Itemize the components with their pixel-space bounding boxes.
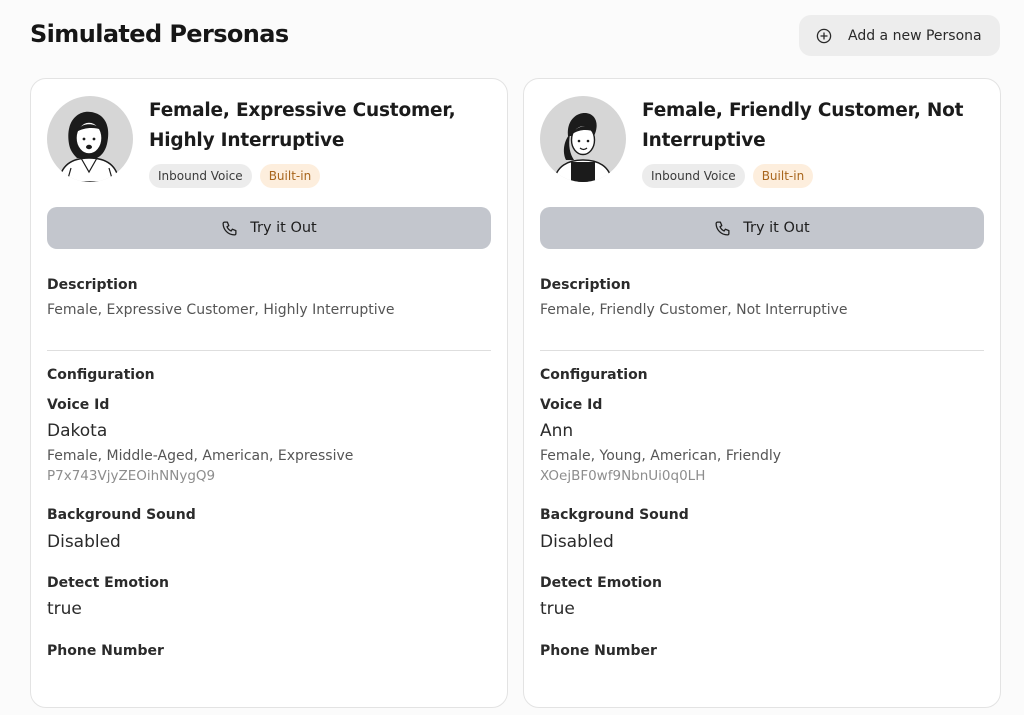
configuration-label: Configuration (540, 367, 648, 383)
description-label: Description (540, 277, 631, 293)
badge-group: Inbound Voice Built-in (149, 164, 321, 188)
builtin-badge: Built-in (752, 164, 814, 188)
avatar (540, 96, 626, 182)
detect-emotion-value: true (47, 599, 82, 619)
voice-name: Dakota (47, 421, 108, 441)
phone-number-label: Phone Number (540, 643, 657, 659)
persona-name: Female, Friendly Customer, Not Interrupt… (642, 100, 964, 151)
builtin-badge: Built-in (259, 164, 321, 188)
voice-id-value: P7x743VjyZEOihNNygQ9 (47, 468, 216, 484)
voice-name: Ann (540, 421, 574, 441)
type-badge: Inbound Voice (642, 164, 745, 188)
background-sound-value: Disabled (540, 532, 614, 552)
voice-id-label: Voice Id (47, 397, 110, 413)
description-text: Female, Friendly Customer, Not Interrupt… (540, 302, 848, 318)
background-sound-label: Background Sound (540, 507, 689, 523)
background-sound-label: Background Sound (47, 507, 196, 523)
description-text: Female, Expressive Customer, Highly Inte… (47, 302, 395, 318)
voice-traits: Female, Middle-Aged, American, Expressiv… (47, 448, 354, 464)
configuration-label: Configuration (47, 367, 155, 383)
plus-circle-icon (816, 28, 832, 44)
phone-icon (221, 220, 238, 237)
persona-card: Female, Friendly Customer, Not Interrupt… (523, 78, 1001, 708)
divider (540, 350, 984, 351)
try-it-out-label: Try it Out (743, 220, 810, 236)
persona-card: Female, Expressive Customer, Highly Inte… (30, 78, 508, 708)
type-badge: Inbound Voice (149, 164, 252, 188)
voice-id-value: XOejBF0wf9NbnUi0q0LH (540, 468, 706, 484)
divider (47, 350, 491, 351)
try-it-out-button[interactable]: Try it Out (540, 207, 984, 249)
voice-id-label: Voice Id (540, 397, 603, 413)
detect-emotion-label: Detect Emotion (47, 575, 170, 591)
detect-emotion-value: true (540, 599, 575, 619)
phone-number-label: Phone Number (47, 643, 164, 659)
page-title: Simulated Personas (30, 20, 289, 48)
voice-traits: Female, Young, American, Friendly (540, 448, 782, 464)
try-it-out-button[interactable]: Try it Out (47, 207, 491, 249)
avatar (47, 96, 133, 182)
persona-name: Female, Expressive Customer, Highly Inte… (149, 100, 456, 151)
add-persona-label: Add a new Persona (848, 27, 982, 44)
phone-icon (714, 220, 731, 237)
try-it-out-label: Try it Out (250, 220, 317, 236)
description-label: Description (47, 277, 138, 293)
add-persona-button[interactable]: Add a new Persona (799, 15, 1000, 56)
background-sound-value: Disabled (47, 532, 121, 552)
detect-emotion-label: Detect Emotion (540, 575, 663, 591)
badge-group: Inbound Voice Built-in (642, 164, 814, 188)
